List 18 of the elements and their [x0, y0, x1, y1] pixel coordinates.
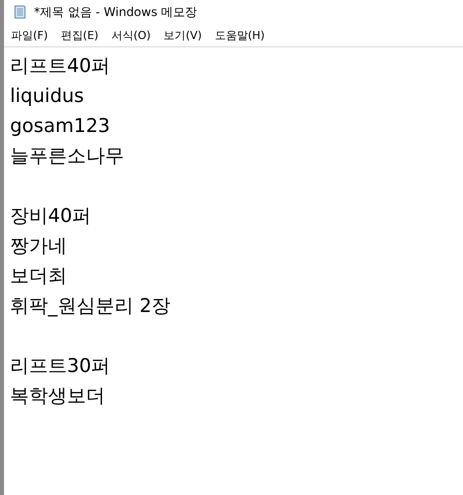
text-line: 리프트30퍼 — [10, 354, 112, 379]
text-line: 리프트40퍼 — [10, 54, 112, 79]
text-line: 짱가네 — [10, 234, 68, 259]
text-line: 복학생보더 — [10, 384, 106, 409]
text-line: 장비40퍼 — [10, 204, 92, 229]
menu-item[interactable]: 파일(F) — [8, 26, 54, 44]
window-title: *제목 없음 - Windows 메모장 — [34, 4, 198, 20]
menu-item[interactable]: 도움말(H) — [212, 26, 271, 44]
menu-item[interactable]: 편집(E) — [58, 26, 104, 44]
text-line: liquidus — [10, 84, 85, 109]
notepad-icon — [12, 4, 28, 20]
menu-item[interactable]: 서식(O) — [108, 26, 157, 44]
text-area[interactable]: 리프트40퍼 liquidus gosam123 늘푸른소나무 장비40퍼 짱가네 보더최 휘팍_원심분리 2장 리프트30퍼 복학생보더 — [4, 47, 463, 495]
menu-item[interactable]: 보기(V) — [160, 26, 208, 44]
text-line: 휘팍_원심분리 2장 — [10, 294, 172, 319]
text-line: 늘푸른소나무 — [10, 144, 125, 169]
text-line: 보더최 — [10, 264, 68, 289]
text-line: gosam123 — [10, 114, 112, 139]
